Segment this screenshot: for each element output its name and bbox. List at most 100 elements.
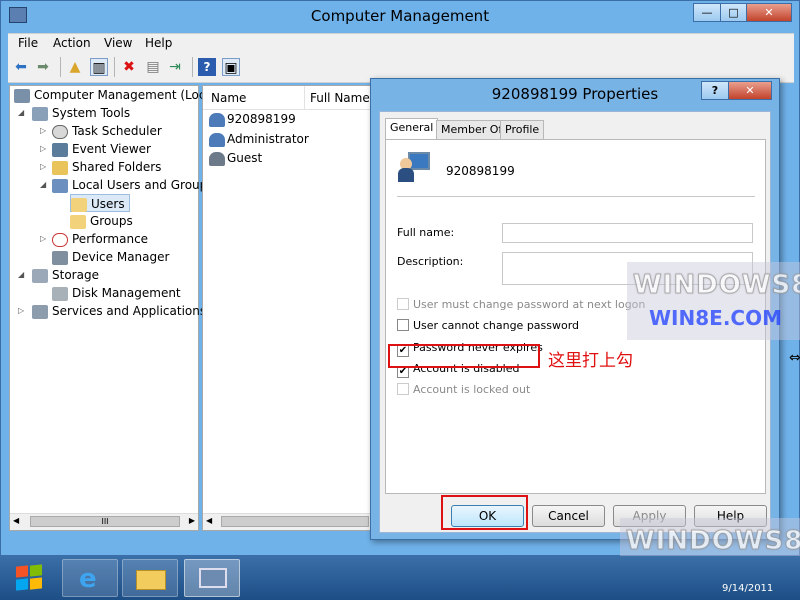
dialog-help-button[interactable]: ? (701, 81, 729, 100)
help-icon[interactable]: ? (198, 58, 216, 76)
maximize-button[interactable]: □ (720, 3, 747, 22)
folder-icon (70, 214, 86, 229)
list-row-user[interactable]: Administrator (209, 132, 309, 147)
scroll-thumb[interactable]: III (30, 516, 180, 527)
tree-item-system-tools[interactable]: System Tools (32, 104, 130, 122)
tab-profile[interactable]: Profile (500, 120, 545, 139)
scroll-right-icon[interactable]: ▶ (189, 516, 195, 525)
full-name-field[interactable] (502, 223, 753, 243)
collapse-arrow-icon[interactable]: ◢ (18, 266, 24, 284)
system-tools-icon (32, 106, 48, 121)
expand-arrow-icon[interactable]: ▷ (18, 302, 24, 320)
user-icon (209, 112, 225, 127)
tree-item-computer-management[interactable]: Computer Management (Local (14, 86, 216, 104)
watermark-logo: WINDOWS8 WIN8E.COM (627, 262, 800, 340)
folder-icon (71, 197, 87, 212)
list-header: Name Full Name (203, 86, 373, 110)
minimize-button[interactable]: — (693, 3, 721, 22)
tree-item-shared-folders[interactable]: Shared Folders (52, 158, 161, 176)
account-locked-out-checkbox[interactable]: Account is locked out (397, 383, 530, 397)
ok-button[interactable]: OK (451, 505, 524, 527)
expand-arrow-icon[interactable]: ▷ (40, 158, 46, 176)
internet-explorer-icon[interactable]: e (62, 559, 118, 597)
taskbar-clock: 9/14/2011 (722, 583, 774, 594)
console-icon[interactable]: ▣ (222, 58, 240, 76)
checkbox-box[interactable] (397, 298, 409, 310)
show-hide-tree-icon[interactable]: ▥ (90, 58, 108, 76)
start-orb-icon[interactable] (2, 559, 58, 597)
account-disabled-checkbox[interactable]: ✔ Account is disabled (397, 362, 520, 378)
title-bar[interactable]: Computer Management — □ ✕ (1, 1, 799, 33)
shared-folder-icon (52, 160, 68, 175)
menu-bar: File Action View Help (8, 33, 794, 53)
checkbox-box[interactable] (397, 319, 409, 331)
export-icon[interactable]: ⇥ (166, 58, 184, 76)
cannot-change-password-checkbox[interactable]: User cannot change password (397, 319, 579, 333)
device-manager-icon (52, 250, 68, 265)
menu-help[interactable]: Help (145, 36, 172, 50)
tree-item-services-applications[interactable]: Services and Applications (32, 302, 206, 320)
collapse-arrow-icon[interactable]: ◢ (40, 176, 46, 194)
list-horizontal-scrollbar[interactable]: ◀ (203, 513, 371, 530)
window-title: Computer Management (310, 7, 490, 25)
scroll-left-icon[interactable]: ◀ (206, 516, 212, 525)
watermark-url: WIN8E.COM (649, 306, 782, 330)
menu-file[interactable]: File (18, 36, 38, 50)
tree-item-task-scheduler[interactable]: Task Scheduler (52, 122, 162, 140)
user-icon (398, 152, 432, 182)
tree-item-groups[interactable]: Groups (70, 212, 133, 230)
computer-management-icon (14, 88, 30, 103)
full-name-label: Full name: (397, 226, 455, 239)
tree-item-device-manager[interactable]: Device Manager (52, 248, 169, 266)
must-change-password-checkbox[interactable]: User must change password at next logon (397, 298, 645, 312)
expand-arrow-icon[interactable]: ▷ (40, 140, 46, 158)
menu-action[interactable]: Action (53, 36, 91, 50)
clock-icon (52, 124, 68, 139)
scroll-thumb[interactable] (221, 516, 369, 527)
tab-general[interactable]: General (385, 118, 439, 140)
tree-item-performance[interactable]: Performance (52, 230, 148, 248)
dialog-close-button[interactable]: ✕ (728, 81, 772, 100)
list-row-user[interactable]: 920898199 (209, 112, 296, 127)
console-tree: Computer Management (Local ◢ System Tool… (9, 85, 216, 531)
close-button[interactable]: ✕ (746, 3, 792, 22)
column-full-name[interactable]: Full Name (310, 91, 370, 105)
delete-icon[interactable]: ✖ (120, 58, 138, 76)
password-never-expires-checkbox[interactable]: ✔ Password never expires (397, 341, 543, 357)
services-icon (32, 304, 48, 319)
collapse-arrow-icon[interactable]: ◢ (18, 104, 24, 122)
event-viewer-icon (52, 142, 68, 157)
tree-item-local-users-groups[interactable]: Local Users and Groups (52, 176, 214, 194)
disk-icon (52, 286, 68, 301)
checkbox-box[interactable] (397, 383, 409, 395)
list-row-user[interactable]: Guest (209, 151, 262, 166)
tree-horizontal-scrollbar[interactable]: ◀ III ▶ (10, 513, 198, 530)
watermark-text: WINDOWS8 (625, 526, 800, 557)
user-icon (209, 132, 225, 147)
properties-icon[interactable]: ▤ (144, 58, 162, 76)
tree-item-event-viewer[interactable]: Event Viewer (52, 140, 151, 158)
expand-arrow-icon[interactable]: ▷ (40, 122, 46, 140)
storage-icon (32, 268, 48, 283)
checkmark-icon[interactable]: ✔ (397, 366, 409, 378)
cancel-button[interactable]: Cancel (532, 505, 605, 527)
menu-view[interactable]: View (104, 36, 132, 50)
column-name[interactable]: Name (211, 91, 246, 105)
up-icon[interactable]: ▲ (66, 58, 84, 76)
checkmark-icon[interactable]: ✔ (397, 345, 409, 357)
users-groups-icon (52, 178, 68, 193)
computer-management-taskbar-icon[interactable] (184, 559, 240, 597)
forward-icon[interactable]: ➡ (34, 58, 52, 76)
tree-item-users[interactable]: Users (70, 194, 130, 212)
back-icon[interactable]: ⬅ (12, 58, 30, 76)
tree-item-disk-management[interactable]: Disk Management (52, 284, 181, 302)
divider (397, 196, 755, 197)
scroll-left-icon[interactable]: ◀ (13, 516, 19, 525)
file-explorer-icon[interactable] (122, 559, 178, 597)
annotation-text: 这里打上勾 (548, 351, 633, 371)
expand-arrow-icon[interactable]: ▷ (40, 230, 46, 248)
watermark-text: WINDOWS8 (632, 270, 800, 301)
mouse-cursor-icon: ⇔ (789, 350, 800, 366)
tree-item-storage[interactable]: Storage (32, 266, 99, 284)
tab-member-of[interactable]: Member Of (436, 120, 508, 139)
